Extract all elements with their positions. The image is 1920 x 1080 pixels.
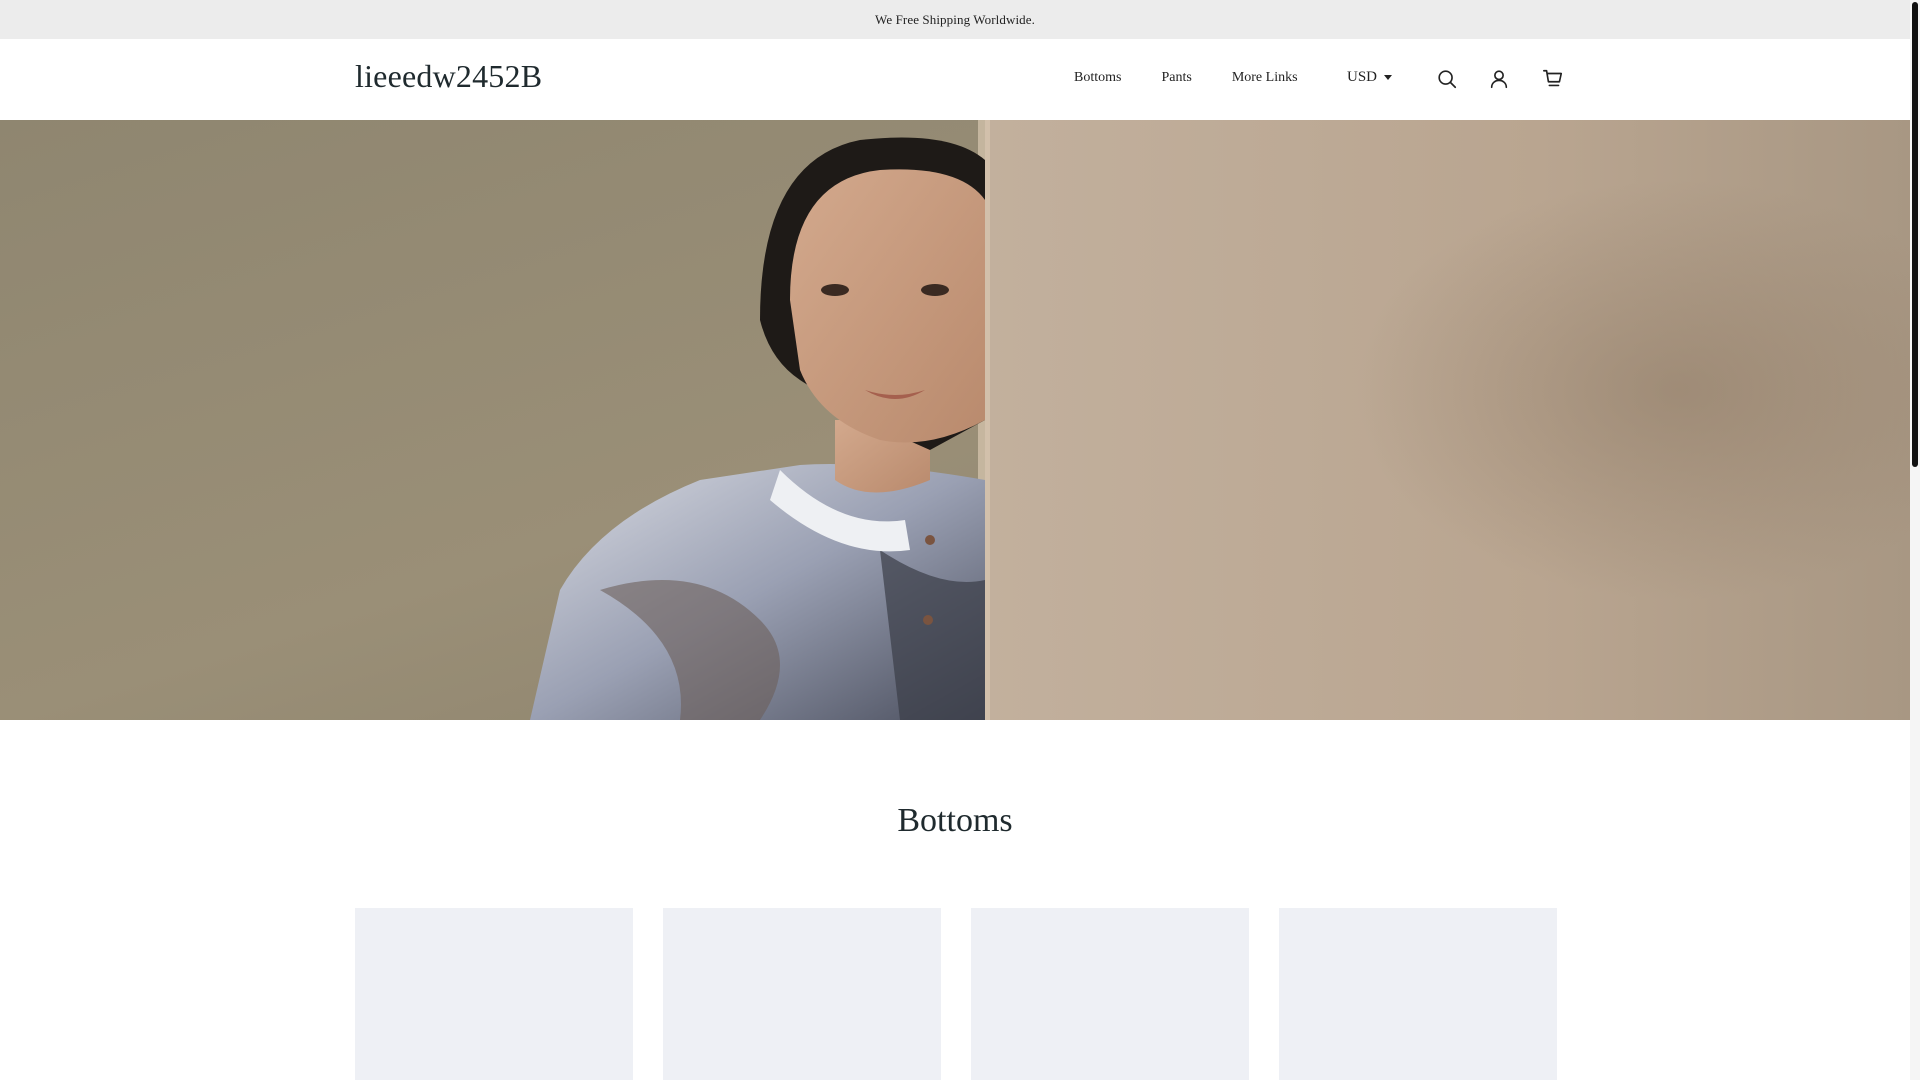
- main-nav: Bottoms Pants More Links: [1074, 70, 1298, 86]
- page: We Free Shipping Worldwide. lieeedw2452B…: [0, 0, 1910, 1080]
- caret-down-icon: [1384, 75, 1393, 80]
- hero-banner[interactable]: [0, 120, 1910, 720]
- hero-image: [0, 120, 1910, 720]
- nav-link-pants[interactable]: Pants: [1161, 70, 1191, 86]
- page-scrollbar[interactable]: [1910, 0, 1920, 1080]
- scrollbar-thumb[interactable]: [1912, 2, 1918, 467]
- cart-button[interactable]: [1541, 67, 1565, 91]
- product-card[interactable]: [1279, 908, 1557, 1080]
- collection-title: Bottoms: [897, 802, 1013, 839]
- account-icon: [1490, 70, 1508, 89]
- nav-link-bottoms[interactable]: Bottoms: [1074, 70, 1121, 86]
- product-grid: [355, 908, 1557, 1080]
- announcement-bar: We Free Shipping Worldwide.: [0, 0, 1910, 39]
- product-card[interactable]: [971, 908, 1249, 1080]
- nav-link-more-links[interactable]: More Links: [1232, 70, 1298, 86]
- store-logo[interactable]: lieeedw2452B: [355, 58, 542, 95]
- site-header: lieeedw2452B Bottoms Pants More Links US…: [0, 39, 1910, 121]
- cart-icon: [1543, 69, 1563, 87]
- product-card[interactable]: [355, 908, 633, 1080]
- product-card[interactable]: [663, 908, 941, 1080]
- account-button[interactable]: [1487, 67, 1511, 91]
- announcement-text: We Free Shipping Worldwide.: [875, 11, 1035, 27]
- currency-selector[interactable]: USD: [1347, 69, 1393, 86]
- search-button[interactable]: [1435, 67, 1459, 91]
- search-icon: [1438, 70, 1457, 89]
- currency-label: USD: [1347, 69, 1378, 85]
